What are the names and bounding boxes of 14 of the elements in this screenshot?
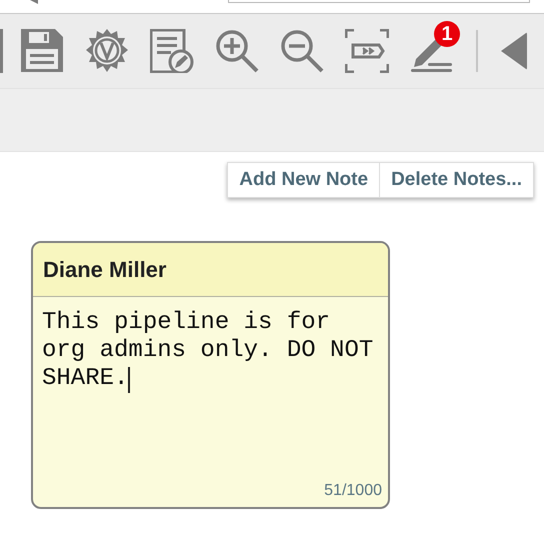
zoom-out-icon[interactable] (280, 29, 324, 73)
zoom-in-icon[interactable] (215, 29, 259, 73)
character-counter: 51/1000 (324, 481, 382, 501)
note-author: Diane Miller (43, 256, 166, 284)
verify-badge-icon[interactable] (85, 29, 129, 73)
fit-frame-icon[interactable] (345, 29, 389, 73)
add-note-button[interactable]: Add New Note (228, 163, 380, 197)
save-icon[interactable] (20, 29, 64, 73)
delete-notes-button[interactable]: Delete Notes... (379, 163, 533, 197)
notification-badge: 1 (434, 21, 460, 47)
note-text: This pipeline is for org admins only. DO NOT SHARE. (42, 309, 374, 392)
document-edit-icon[interactable] (150, 29, 194, 73)
back-arrow-icon[interactable] (28, 0, 40, 4)
note-text-area[interactable]: This pipeline is for org admins only. DO NOT SHARE. (33, 297, 388, 479)
